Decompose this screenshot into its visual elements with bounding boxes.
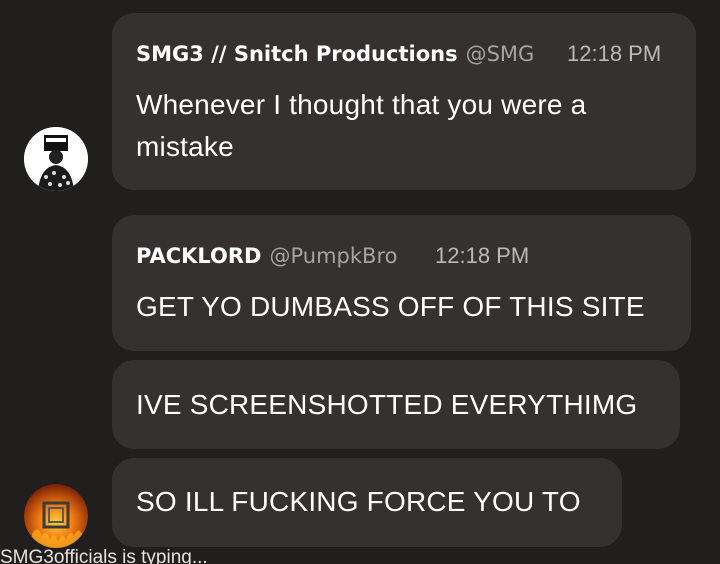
message-text: mistake <box>136 131 234 162</box>
message-text: Whenever I thought that you were a <box>136 89 587 120</box>
message-handle[interactable]: @PumpkBro <box>270 244 398 268</box>
message-author[interactable]: SMG3 // Snitch Productions <box>136 42 458 66</box>
message-timestamp: 12:18 PM <box>567 41 662 67</box>
message-text: IVE SCREENSHOTTED EVERYTHIMG <box>136 389 638 420</box>
message-timestamp: 12:18 PM <box>435 243 530 268</box>
avatar-smg3-icon[interactable] <box>24 127 88 191</box>
avatar-packlord-icon[interactable] <box>24 484 88 548</box>
message-meta: PACKLORD @PumpkBro <box>136 241 671 271</box>
message-bubble[interactable]: PACKLORD @PumpkBro 12:18 PM GET YO DUMBAS… <box>112 215 691 351</box>
message-author[interactable]: PACKLORD <box>136 244 262 268</box>
message-handle[interactable]: @SMG <box>466 42 535 66</box>
message-text: SO ILL FUCKING FORCE YOU TO <box>136 486 581 517</box>
message-bubble[interactable]: SO ILL FUCKING FORCE YOU TO <box>112 458 622 547</box>
message-bubble[interactable]: SMG3 // Snitch Productions @SMG 12:18 PM … <box>112 13 696 190</box>
typing-indicator: SMG3officials is typing... <box>0 547 208 564</box>
message-bubble[interactable]: IVE SCREENSHOTTED EVERYTHIMG <box>112 360 680 449</box>
message-text: GET YO DUMBASS OFF OF THIS SITE <box>136 291 645 322</box>
chat-view: SMG3 // Snitch Productions @SMG 12:18 PM … <box>0 0 720 564</box>
